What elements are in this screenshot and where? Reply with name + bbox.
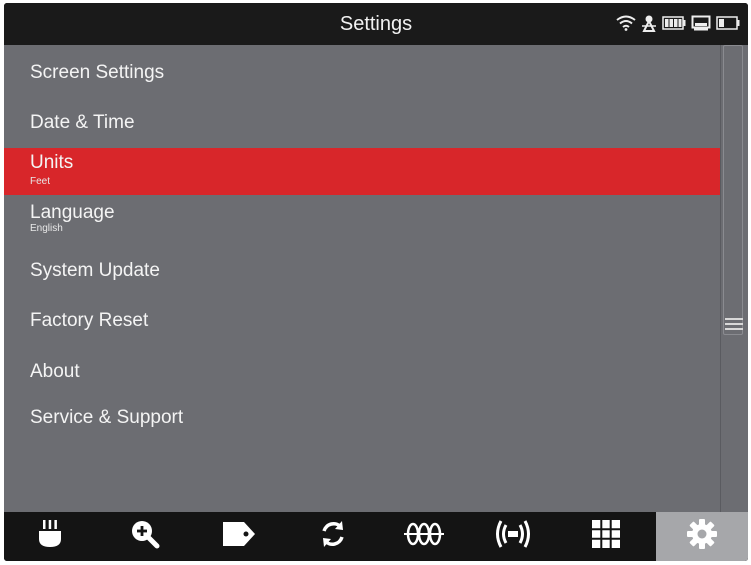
scrollbar-thumb[interactable] bbox=[723, 45, 743, 335]
signal-button[interactable] bbox=[471, 512, 554, 561]
tag-icon bbox=[222, 521, 256, 552]
grid-button[interactable] bbox=[564, 512, 647, 561]
menu-item-label: Factory Reset bbox=[30, 310, 149, 331]
rebar-button[interactable] bbox=[382, 512, 465, 561]
menu-item-value: English bbox=[30, 223, 63, 234]
battery-low-icon bbox=[716, 15, 740, 35]
scrollbar[interactable] bbox=[720, 45, 747, 512]
zoom-in-icon bbox=[130, 519, 160, 554]
probe-button[interactable] bbox=[8, 512, 91, 561]
menu-item-system-update[interactable]: System Update bbox=[4, 245, 720, 295]
signal-icon bbox=[493, 518, 533, 555]
rebar-icon bbox=[403, 521, 444, 552]
menu-item-label: Language bbox=[30, 202, 115, 223]
menu-item-label: Date & Time bbox=[30, 112, 135, 133]
menu-item-value: Feet bbox=[30, 176, 51, 187]
grid-icon bbox=[591, 519, 621, 554]
zoom-in-button[interactable] bbox=[103, 512, 186, 561]
menu-item-label: Service & Support bbox=[30, 407, 184, 428]
menu-item-factory-reset[interactable]: Factory Reset bbox=[4, 295, 720, 345]
menu-item-about[interactable]: About bbox=[4, 345, 720, 395]
menu-item-units[interactable]: Units Feet bbox=[4, 148, 720, 195]
gear-icon bbox=[686, 518, 718, 555]
menu-item-label: Units bbox=[30, 152, 74, 173]
menu-item-language[interactable]: Language English bbox=[4, 195, 720, 245]
status-icons bbox=[616, 14, 740, 37]
scrollbar-grip-icon[interactable] bbox=[721, 315, 747, 335]
display-icon bbox=[691, 15, 711, 36]
tag-button[interactable] bbox=[197, 512, 280, 561]
title-bar: Settings bbox=[4, 3, 748, 45]
probe-icon bbox=[37, 519, 63, 554]
gps-icon bbox=[641, 14, 657, 37]
battery-icon bbox=[662, 15, 686, 35]
menu-item-label: System Update bbox=[30, 260, 160, 281]
menu-item-screen-settings[interactable]: Screen Settings bbox=[4, 48, 720, 98]
bottom-toolbar bbox=[4, 512, 748, 561]
menu-item-label: Screen Settings bbox=[30, 62, 165, 83]
menu-item-label: About bbox=[30, 361, 80, 382]
refresh-button[interactable] bbox=[291, 512, 374, 561]
device-screen: Settings Screen Settings Date & Time Uni… bbox=[4, 3, 748, 561]
refresh-icon bbox=[318, 519, 348, 554]
menu-item-service-support[interactable]: Service & Support bbox=[4, 395, 720, 445]
menu-item-date-time[interactable]: Date & Time bbox=[4, 98, 720, 148]
settings-button[interactable] bbox=[656, 512, 748, 561]
settings-list: Screen Settings Date & Time Units Feet L… bbox=[4, 45, 748, 512]
wifi-icon bbox=[616, 15, 636, 36]
